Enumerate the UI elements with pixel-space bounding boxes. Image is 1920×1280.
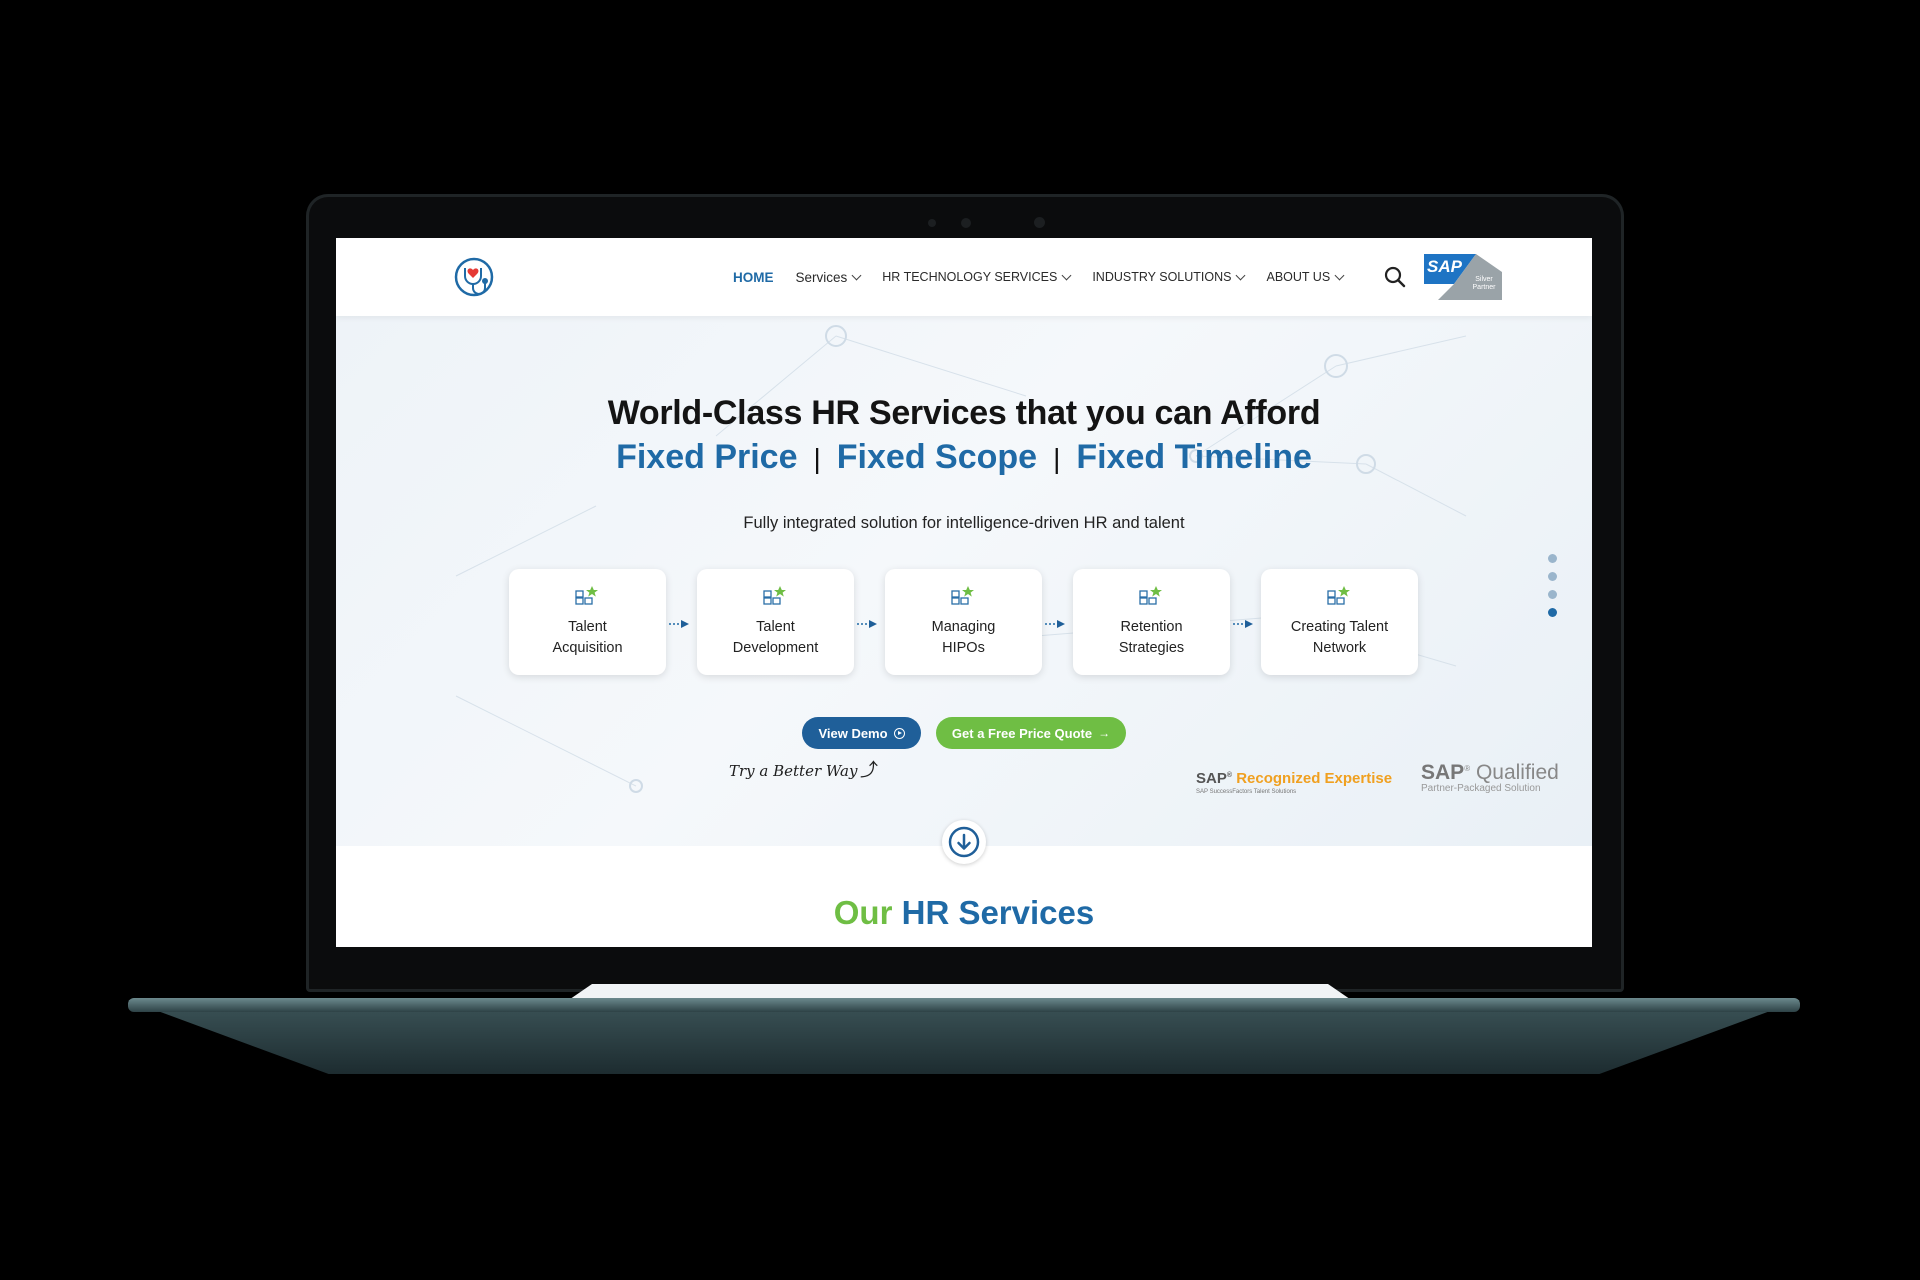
nav-industry-label: INDUSTRY SOLUTIONS — [1092, 270, 1232, 284]
sap-brand: SAP — [1421, 761, 1465, 784]
nav-services-label: Services — [795, 269, 848, 285]
step-card[interactable]: Talent Development — [697, 569, 854, 675]
section-title-blue: HR Services — [901, 894, 1095, 931]
arrow-right-icon — [1233, 620, 1253, 628]
curved-arrow-icon: ⤴ — [860, 760, 878, 780]
website-screen: HOME Services HR TECHNOLOGY SERVICES IND… — [336, 238, 1592, 947]
process-steps: Talent Acquisition Talent Development Ma… — [509, 569, 1419, 677]
hero-title: World-Class HR Services that you can Aff… — [607, 394, 1321, 432]
grid-star-icon — [1327, 586, 1350, 605]
arrow-right-icon — [669, 620, 689, 628]
chevron-down-icon — [1061, 270, 1072, 280]
grid-star-icon — [1139, 586, 1162, 605]
quote-label: Get a Free Price Quote — [951, 725, 1093, 741]
hero-tagline: Fully integrated solution for intelligen… — [743, 514, 1185, 532]
sap-badge-text: SAP — [1427, 257, 1462, 276]
carousel-dot-active[interactable] — [1548, 608, 1557, 617]
logo-icon[interactable] — [454, 255, 498, 299]
camera-icon — [1034, 217, 1045, 228]
arrow-right-icon — [1045, 620, 1065, 628]
play-circle-icon — [893, 727, 905, 739]
separator: | — [1053, 443, 1061, 474]
view-demo-label: View Demo — [818, 725, 888, 741]
nav-services[interactable]: Services — [795, 269, 862, 285]
step-label: Retention Strategies — [1118, 619, 1185, 656]
arrow-right-icon: → — [1098, 726, 1111, 740]
nav-about-us[interactable]: ABOUT US — [1266, 270, 1345, 284]
step-label: Managing HIPOs — [931, 619, 996, 656]
main-nav: HOME Services HR TECHNOLOGY SERVICES IND… — [733, 238, 1365, 316]
arrow-right-icon — [857, 620, 877, 628]
grid-star-icon — [951, 586, 974, 605]
step-label: Talent Development — [732, 619, 819, 656]
sap-silver-partner-badge: SAP Silver Partner — [1424, 254, 1502, 300]
chevron-down-icon — [1236, 270, 1246, 280]
free-price-quote-button[interactable]: Get a Free Price Quote → — [936, 717, 1126, 749]
step-card[interactable]: Retention Strategies — [1073, 569, 1230, 675]
step-card[interactable]: Managing HIPOs — [885, 569, 1042, 675]
step-label: Creating Talent Network — [1290, 619, 1389, 656]
step-label: Talent Acquisition — [552, 619, 623, 656]
grid-star-icon — [763, 586, 786, 605]
laptop-frame: HOME Services HR TECHNOLOGY SERVICES IND… — [306, 194, 1624, 992]
navbar: HOME Services HR TECHNOLOGY SERVICES IND… — [336, 238, 1592, 316]
nav-home-label: HOME — [733, 269, 774, 285]
step-card[interactable]: Talent Acquisition — [509, 569, 666, 675]
separator: | — [813, 443, 821, 474]
qualified-text: Qualified — [1475, 761, 1559, 784]
section-title: Our HR Services — [336, 894, 1592, 932]
nav-about-label: ABOUT US — [1266, 270, 1331, 284]
hero-subtitle: Fixed Price | Fixed Scope | Fixed Timeline — [336, 438, 1592, 477]
nav-home[interactable]: HOME — [733, 270, 774, 285]
camera-icon — [961, 218, 971, 228]
camera-icon — [928, 219, 936, 227]
hero-section: World-Class HR Services that you can Aff… — [336, 316, 1592, 846]
nav-industry-solutions[interactable]: INDUSTRY SOLUTIONS — [1092, 270, 1246, 284]
step-card[interactable]: Creating Talent Network — [1261, 569, 1418, 675]
recognized-sub-text: SAP SuccessFactors Talent Solutions — [1196, 789, 1297, 795]
section-title-green: Our — [833, 894, 893, 931]
scroll-down-button[interactable] — [942, 820, 986, 864]
sap-badge-tier: Silver Partner — [1472, 276, 1496, 291]
chevron-down-icon — [1334, 270, 1345, 280]
carousel-dot[interactable] — [1548, 590, 1557, 599]
arrow-down-circle-icon — [948, 826, 980, 858]
search-icon[interactable] — [1383, 265, 1407, 289]
nav-hr-technology[interactable]: HR TECHNOLOGY SERVICES — [882, 270, 1072, 284]
carousel-dot[interactable] — [1548, 554, 1557, 563]
carousel-dot[interactable] — [1548, 572, 1557, 581]
try-better-way-text: Try a Better Way — [729, 762, 858, 780]
laptop-base-edge — [128, 998, 1800, 1012]
recognized-expertise-text: Recognized Expertise — [1236, 770, 1393, 787]
nav-hr-technology-label: HR TECHNOLOGY SERVICES — [882, 270, 1058, 284]
sap-recognized-expertise-logo: SAP® Recognized Expertise SAP SuccessFac… — [1196, 770, 1396, 795]
grid-star-icon — [575, 586, 598, 605]
fixed-price-text: Fixed Price — [616, 438, 798, 476]
fixed-timeline-text: Fixed Timeline — [1076, 438, 1312, 476]
fixed-scope-text: Fixed Scope — [836, 438, 1038, 476]
sap-brand: SAP — [1196, 770, 1227, 787]
view-demo-button[interactable]: View Demo — [802, 717, 921, 749]
carousel-dots — [1548, 554, 1558, 626]
sap-qualified-logo: SAP® Qualified Partner-Packaged Solution — [1421, 761, 1581, 794]
chevron-down-icon — [851, 270, 862, 280]
